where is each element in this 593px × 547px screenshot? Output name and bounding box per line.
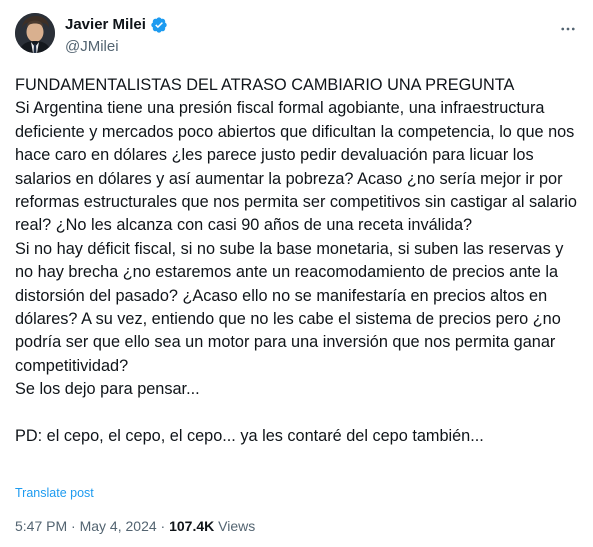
- author-display-name[interactable]: Javier Milei: [65, 15, 146, 34]
- avatar-portrait-icon: [15, 13, 55, 53]
- author-name-row: Javier Milei: [65, 15, 168, 34]
- views-count: 107.4K: [169, 518, 215, 534]
- more-options-button[interactable]: [557, 18, 579, 40]
- post-time[interactable]: 5:47 PM: [15, 518, 67, 534]
- tweet-card: Javier Milei @JMilei FUNDAMENTALISTAS DE…: [0, 0, 593, 547]
- meta-separator: ·: [160, 518, 166, 534]
- avatar[interactable]: [15, 13, 55, 53]
- meta-separator: ·: [71, 518, 76, 534]
- views-label: Views: [218, 518, 256, 534]
- verified-badge-icon[interactable]: [150, 16, 168, 34]
- post-text: FUNDAMENTALISTAS DEL ATRASO CAMBIARIO UN…: [15, 76, 577, 446]
- post-metadata: 5:47 PM · May 4, 2024 · 107.4K Views: [15, 518, 255, 534]
- post-date[interactable]: May 4, 2024: [80, 518, 157, 534]
- translate-post-link[interactable]: Translate post: [15, 486, 94, 500]
- more-horizontal-icon: [561, 27, 575, 31]
- author-handle[interactable]: @JMilei: [65, 37, 119, 56]
